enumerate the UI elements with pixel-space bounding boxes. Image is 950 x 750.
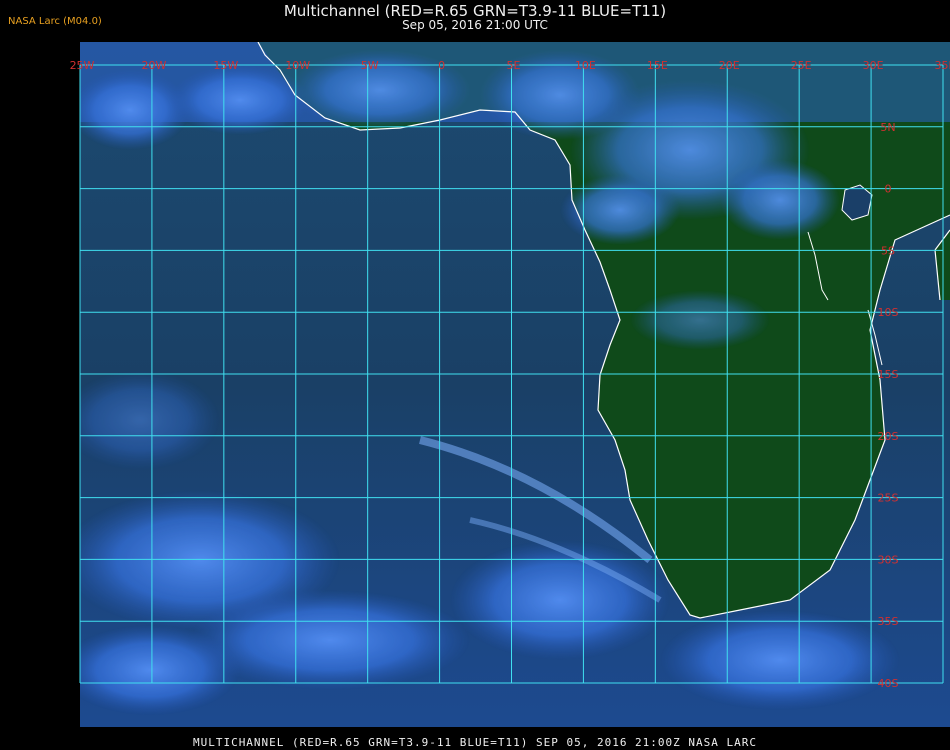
footer-caption: MULTICHANNEL (RED=R.65 GRN=T3.9-11 BLUE=… [192, 736, 758, 749]
longitude-label: 30E [863, 59, 884, 72]
longitude-label: 15E [647, 59, 668, 72]
longitude-label: 20E [719, 59, 740, 72]
longitude-label: 5W [361, 59, 379, 72]
longitude-label: 10W [285, 59, 310, 72]
latitude-label: 40S [878, 677, 899, 690]
satellite-map: 25W 20W 15W 10W 5W 0 5E 10E 15E 20E 25E 30E 35E 5N 0 5… [70, 42, 950, 727]
latitude-label: 0 [885, 183, 892, 196]
latitude-label: 5N [880, 121, 895, 134]
longitude-label: 20W [141, 59, 166, 72]
latitude-label: 10S [878, 306, 899, 319]
longitude-label: 25W [70, 59, 95, 72]
latitude-label: 20S [878, 430, 899, 443]
longitude-label: 10E [575, 59, 596, 72]
latitude-label: 30S [878, 553, 899, 566]
longitude-label: 5E [507, 59, 521, 72]
longitude-label: 0 [438, 59, 445, 72]
latitude-label: 25S [878, 492, 899, 505]
longitude-label: 25E [791, 59, 812, 72]
latitude-label: 35S [878, 615, 899, 628]
latitude-label: 15S [878, 368, 899, 381]
latitude-label: 5S [881, 244, 895, 257]
longitude-label: 35E [935, 59, 950, 72]
longitude-label: 15W [213, 59, 238, 72]
imagery-layer [80, 42, 950, 727]
